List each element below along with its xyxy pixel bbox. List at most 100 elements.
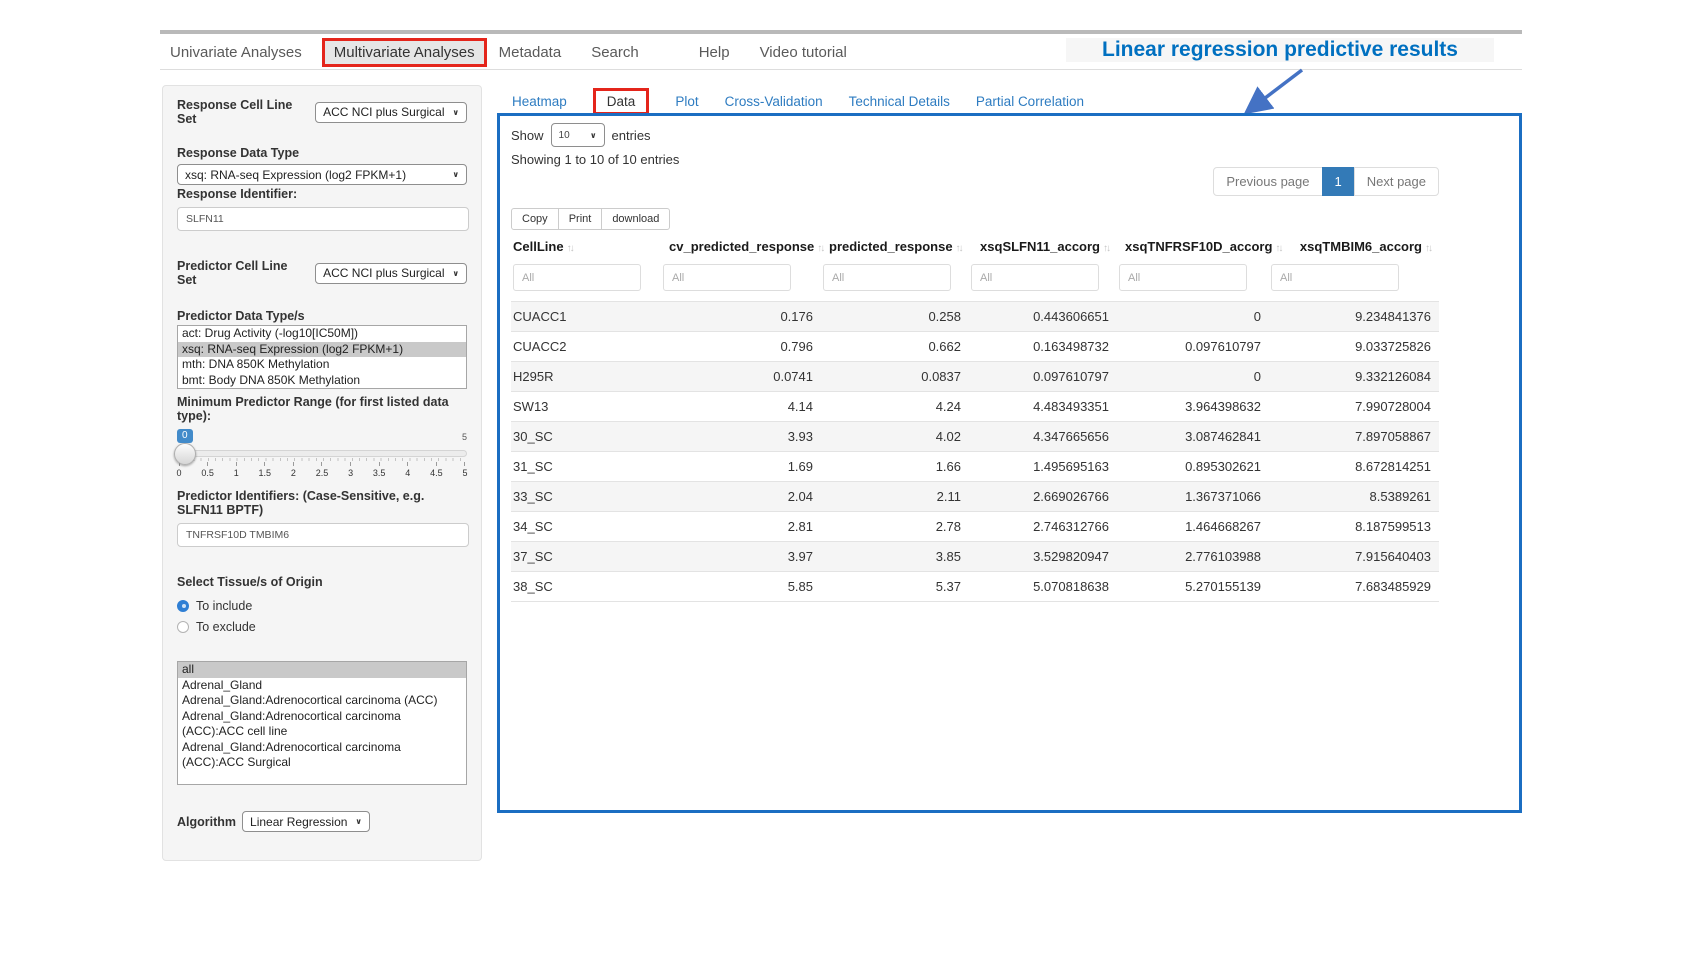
value-cell: 7.915640403	[1269, 542, 1439, 572]
column-filter-input-predicted-response[interactable]	[823, 264, 951, 291]
nav-item-multivariate-analyses[interactable]: Multivariate Analyses	[322, 38, 487, 67]
value-cell: 9.234841376	[1269, 302, 1439, 332]
sort-icon[interactable]: ↑↓	[567, 243, 573, 254]
column-header-cv-predicted-response[interactable]: cv_predicted_response↑↓	[661, 234, 821, 260]
cellline-cell: 37_SC	[511, 542, 661, 572]
nav-item-metadata[interactable]: Metadata	[489, 40, 572, 65]
annotation-arrow-icon	[1236, 66, 1312, 120]
table-row: 37_SC3.973.853.5298209472.7761039887.915…	[511, 542, 1439, 572]
exclude-radio[interactable]	[177, 621, 189, 633]
column-header-predicted-response[interactable]: predicted_response↑↓	[821, 234, 969, 260]
predictor-cell-line-set-select[interactable]: ACC NCI plus Surgical ∨	[315, 263, 467, 284]
column-header-xsqtnfrsf10d-accorg[interactable]: xsqTNFRSF10D_accorg↑↓	[1117, 234, 1269, 260]
column-header-xsqtmbim6-accorg[interactable]: xsqTMBIM6_accorg↑↓	[1269, 234, 1439, 260]
tab-data[interactable]: Data	[593, 88, 650, 115]
result-tabs: Heatmap Data Plot Cross-Validation Technical…	[512, 88, 1084, 114]
value-cell: 4.483493351	[969, 392, 1117, 422]
slider-handle[interactable]	[174, 443, 196, 465]
slider-value-badge: 0	[177, 429, 193, 443]
response-cell-line-set-select[interactable]: ACC NCI plus Surgical ∨	[315, 102, 467, 123]
column-header-xsqslfn11-accorg[interactable]: xsqSLFN11_accorg↑↓	[969, 234, 1117, 260]
nav-item-video-tutorial[interactable]: Video tutorial	[750, 40, 857, 65]
slider-max-label: 5	[462, 432, 467, 442]
tab-cross-validation[interactable]: Cross-Validation	[725, 94, 823, 109]
cellline-cell: 38_SC	[511, 572, 661, 602]
value-cell: 1.464668267	[1117, 512, 1269, 542]
tissue-exclude-option[interactable]: To exclude	[177, 616, 467, 637]
tissue-list[interactable]: allAdrenal_GlandAdrenal_Gland:Adrenocort…	[177, 661, 467, 785]
current-page-button[interactable]: 1	[1322, 167, 1355, 196]
export-copy-button[interactable]: Copy	[511, 208, 559, 230]
list-option-act-drug-activity-log10-ic50m[interactable]: act: Drug Activity (-log10[IC50M])	[178, 326, 466, 342]
column-filter-input-cv-predicted-response[interactable]	[663, 264, 791, 291]
list-option-adrenal-gland-adrenocortical-carcinoma-a[interactable]: Adrenal_Gland:Adrenocortical carcinoma (…	[178, 740, 466, 771]
algorithm-select[interactable]: Linear Regression ∨	[242, 811, 370, 832]
column-header-cellline[interactable]: CellLine↑↓	[511, 234, 661, 260]
sort-icon[interactable]: ↑↓	[817, 243, 823, 254]
value-cell: 0.0837	[821, 362, 969, 392]
table-row: 33_SC2.042.112.6690267661.3673710668.538…	[511, 482, 1439, 512]
predictor-identifiers-input[interactable]	[177, 523, 469, 547]
list-option-xsq-rna-seq-expression-log2-fpkm-1[interactable]: xsq: RNA-seq Expression (log2 FPKM+1)	[178, 342, 466, 358]
value-cell: 2.669026766	[969, 482, 1117, 512]
tissue-include-option[interactable]: To include	[177, 595, 467, 616]
list-option-adrenal-gland-adrenocortical-carcinoma-a[interactable]: Adrenal_Gland:Adrenocortical carcinoma (…	[178, 693, 466, 709]
tab-plot[interactable]: Plot	[675, 94, 698, 109]
cellline-cell: H295R	[511, 362, 661, 392]
nav-item-univariate-analyses[interactable]: Univariate Analyses	[160, 40, 312, 65]
entries-per-page-select[interactable]: 10 ∨	[551, 123, 605, 147]
slider-track[interactable]	[177, 450, 467, 457]
entries-per-page-value: 10	[559, 130, 570, 141]
response-data-type-select[interactable]: xsq: RNA-seq Expression (log2 FPKM+1) ∨	[177, 164, 467, 185]
chevron-down-icon: ∨	[453, 269, 460, 278]
export-download-button[interactable]: download	[601, 208, 670, 230]
sort-icon[interactable]: ↑↓	[956, 243, 962, 254]
window-top-divider	[160, 30, 1522, 34]
list-option-all[interactable]: all	[178, 662, 466, 678]
value-cell: 7.897058867	[1269, 422, 1439, 452]
sort-icon[interactable]: ↑↓	[1275, 243, 1281, 254]
list-option-bmt-body-dna-850k-methylation[interactable]: bmt: Body DNA 850K Methylation	[178, 373, 466, 389]
cellline-cell: 34_SC	[511, 512, 661, 542]
value-cell: 1.367371066	[1117, 482, 1269, 512]
response-identifier-input[interactable]	[177, 207, 469, 231]
value-cell: 0.258	[821, 302, 969, 332]
results-table: CellLine↑↓cv_predicted_response↑↓predict…	[511, 234, 1439, 602]
value-cell: 0.796	[661, 332, 821, 362]
column-filter-input-xsqtnfrsf10d-accorg[interactable]	[1119, 264, 1247, 291]
list-option-mth-dna-850k-methylation[interactable]: mth: DNA 850K Methylation	[178, 357, 466, 373]
column-filter-input-cellline[interactable]	[513, 264, 641, 291]
previous-page-button[interactable]: Previous page	[1213, 167, 1322, 196]
slider-ticks: 00.511.522.533.544.55	[179, 462, 465, 478]
tab-partial-correlation[interactable]: Partial Correlation	[976, 94, 1084, 109]
column-filter-input-xsqtmbim6-accorg[interactable]	[1271, 264, 1399, 291]
value-cell: 9.332126084	[1269, 362, 1439, 392]
value-cell: 2.04	[661, 482, 821, 512]
predictor-identifiers-label: Predictor Identifiers: (Case-Sensitive, …	[177, 489, 467, 517]
cellline-cell: CUACC2	[511, 332, 661, 362]
value-cell: 4.347665656	[969, 422, 1117, 452]
value-cell: 8.5389261	[1269, 482, 1439, 512]
nav-item-help[interactable]: Help	[689, 40, 740, 65]
pagination: Previous page 1 Next page	[1213, 167, 1439, 196]
next-page-button[interactable]: Next page	[1354, 167, 1439, 196]
column-filter-input-xsqslfn11-accorg[interactable]	[971, 264, 1099, 291]
table-row: 38_SC5.855.375.0708186385.2701551397.683…	[511, 572, 1439, 602]
list-option-adrenal-gland[interactable]: Adrenal_Gland	[178, 678, 466, 694]
tab-technical-details[interactable]: Technical Details	[849, 94, 950, 109]
export-print-button[interactable]: Print	[558, 208, 603, 230]
showing-entries-text: Showing 1 to 10 of 10 entries	[511, 152, 679, 167]
include-radio[interactable]	[177, 600, 189, 612]
nav-item-search[interactable]: Search	[581, 40, 649, 65]
list-option-adrenal-gland-adrenocortical-carcinoma-a[interactable]: Adrenal_Gland:Adrenocortical carcinoma (…	[178, 709, 466, 740]
min-predictor-range-slider[interactable]: 0 5 00.511.522.533.544.55	[177, 429, 467, 481]
slider-minor-ticks	[179, 458, 465, 461]
sort-icon[interactable]: ↑↓	[1103, 243, 1109, 254]
sort-icon[interactable]: ↑↓	[1425, 243, 1431, 254]
value-cell: 3.964398632	[1117, 392, 1269, 422]
annotation-text: Linear regression predictive results	[1066, 38, 1494, 62]
value-cell: 0.662	[821, 332, 969, 362]
tab-heatmap[interactable]: Heatmap	[512, 94, 567, 109]
value-cell: 0.097610797	[1117, 332, 1269, 362]
predictor-data-type-list[interactable]: act: Drug Activity (-log10[IC50M])xsq: R…	[177, 325, 467, 389]
